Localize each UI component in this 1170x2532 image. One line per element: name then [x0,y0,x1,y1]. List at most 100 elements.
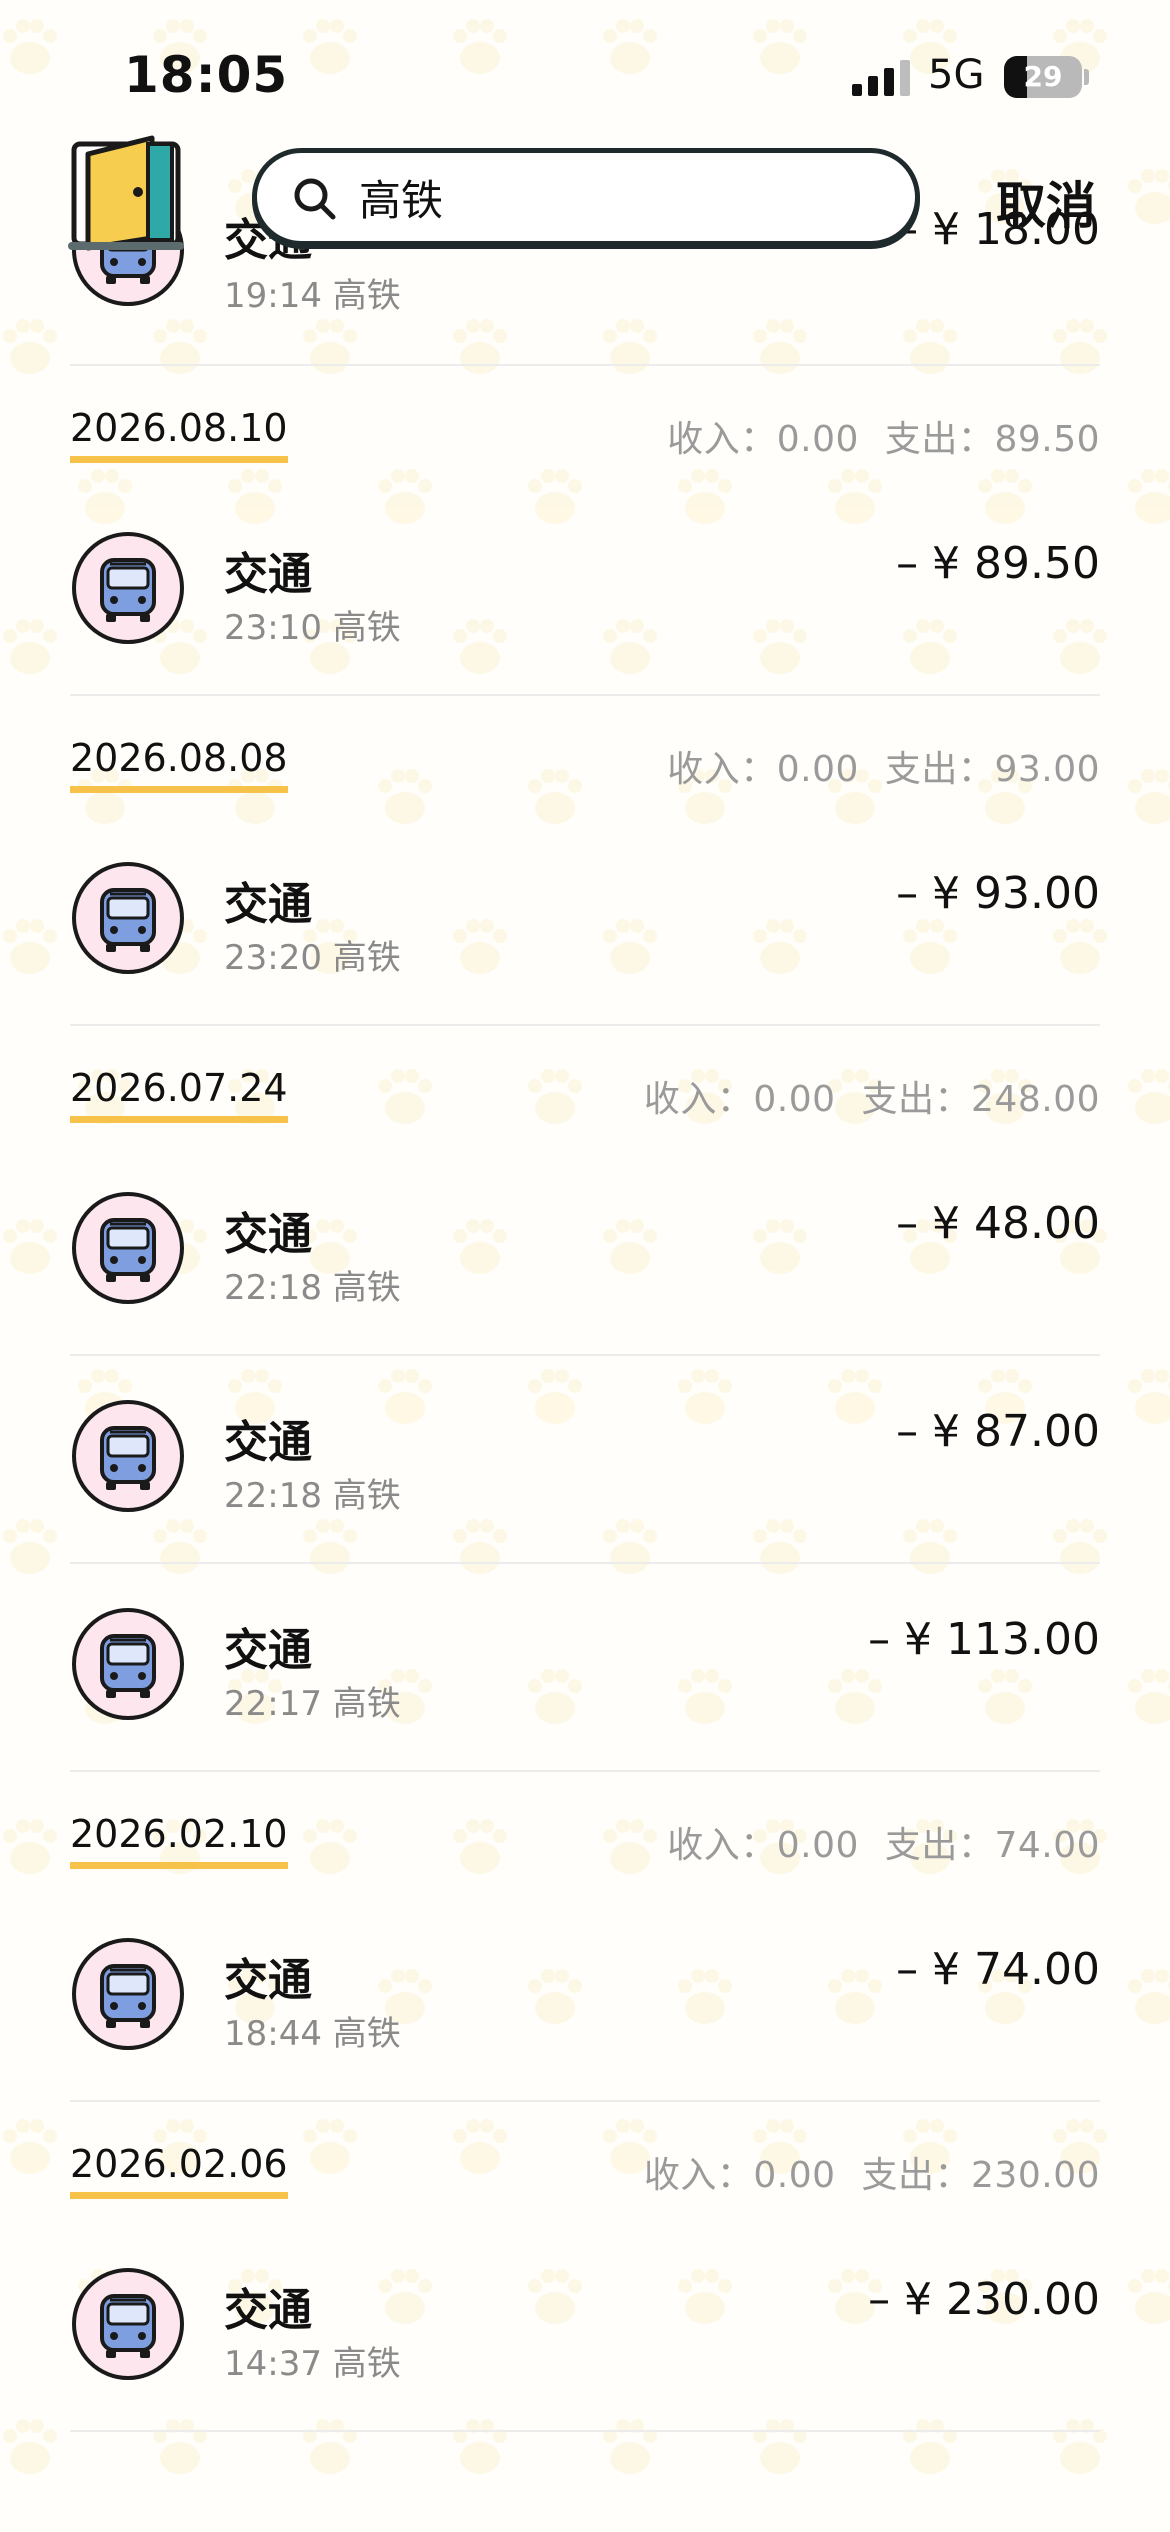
app-screen: 交通 19:14 高铁 – ¥ 18.00 2026.08.10 收入：0.00… [0,0,1170,2532]
date-label: 2026.08.08 [70,736,288,793]
record-item[interactable]: 交通 22:18 高铁 – ¥ 87.00 [70,1356,1100,1564]
status-time: 18:05 [124,46,289,104]
record-time: 22:18 [224,1268,322,1308]
date-summary: 收入：0.00 支出：230.00 [644,2146,1100,2198]
record-item[interactable]: 交通 23:10 高铁 – ¥ 89.50 [70,488,1100,696]
bus-icon [72,1192,184,1304]
record-amount: – ¥ 113.00 [868,1614,1100,1665]
expense-value: 89.50 [994,419,1100,460]
record-amount: – ¥ 89.50 [896,538,1100,589]
record-category: 交通 [224,1955,312,2006]
cellular-signal-icon [852,60,910,96]
record-meta: 22:17 高铁 [224,1676,401,1725]
bus-icon [72,862,184,974]
record-note: 高铁 [332,276,401,316]
record-category: 交通 [224,2285,312,2336]
record-item[interactable]: 交通 14:37 高铁 – ¥ 230.00 [70,2224,1100,2432]
date-summary: 收入：0.00 支出：248.00 [644,1070,1100,1122]
record-meta: 19:14 高铁 [224,268,401,317]
income-label: 收入： [667,1825,777,1866]
status-bar: 18:05 5G 29 [0,0,1170,140]
bus-icon [72,1938,184,2050]
income-label: 收入： [643,2155,754,2196]
date-summary: 收入：0.00 支出：93.00 [667,740,1100,792]
record-amount: – ¥ 93.00 [896,868,1100,919]
record-category: 交通 [224,1209,312,1260]
record-amount: – ¥ 87.00 [896,1406,1100,1457]
record-time: 23:20 [224,938,322,978]
record-time: 22:18 [224,1476,322,1516]
record-note: 高铁 [332,608,401,648]
record-time: 22:17 [224,1684,322,1724]
date-group-header: 2026.08.08 收入：0.00 支出：93.00 [70,696,1100,818]
record-list[interactable]: 交通 19:14 高铁 – ¥ 18.00 2026.08.10 收入：0.00… [0,0,1170,2432]
income-value: 0.00 [776,1825,859,1866]
expense-value: 93.00 [994,749,1100,790]
date-group-header: 2026.02.10 收入：0.00 支出：74.00 [70,1772,1100,1894]
record-meta: 22:18 高铁 [224,1260,401,1309]
date-label: 2026.02.06 [70,2142,288,2199]
bus-icon [72,532,184,644]
battery-indicator: 29 [1004,56,1089,98]
expense-value: 74.00 [994,1825,1100,1866]
record-meta: 23:10 高铁 [224,600,401,649]
expense-value: 230.00 [971,2155,1100,2196]
expense-label: 支出： [884,1825,995,1866]
record-note: 高铁 [332,2344,401,2384]
record-meta: 14:37 高铁 [224,2336,401,2385]
record-item[interactable]: 交通 22:18 高铁 – ¥ 48.00 [70,1148,1100,1356]
record-item[interactable]: 交通 22:17 高铁 – ¥ 113.00 [70,1564,1100,1772]
expense-label: 支出： [884,419,995,460]
date-label: 2026.08.10 [70,406,288,463]
bus-icon [72,1400,184,1512]
cancel-button[interactable]: 取消 [996,166,1096,238]
date-group-header: 2026.02.06 收入：0.00 支出：230.00 [70,2102,1100,2224]
record-amount: – ¥ 48.00 [896,1198,1100,1249]
record-category: 交通 [224,1417,312,1468]
record-note: 高铁 [332,1684,401,1724]
search-icon [294,178,336,220]
expense-value: 248.00 [971,1079,1100,1120]
income-value: 0.00 [776,419,859,460]
record-meta: 23:20 高铁 [224,930,401,979]
record-meta: 22:18 高铁 [224,1468,401,1517]
record-category: 交通 [224,549,312,600]
expense-label: 支出： [861,2155,972,2196]
record-note: 高铁 [332,2014,401,2054]
record-item[interactable]: 交通 23:20 高铁 – ¥ 93.00 [70,818,1100,1026]
date-group-header: 2026.07.24 收入：0.00 支出：248.00 [70,1026,1100,1148]
income-label: 收入： [643,1079,754,1120]
income-value: 0.00 [753,2155,836,2196]
record-meta: 18:44 高铁 [224,2006,401,2055]
income-label: 收入： [667,419,777,460]
record-note: 高铁 [332,1268,401,1308]
record-note: 高铁 [332,938,401,978]
door-exit-icon[interactable] [64,130,192,258]
record-time: 23:10 [224,608,322,648]
record-note: 高铁 [332,1476,401,1516]
bus-icon [72,2268,184,2380]
search-header: 取消 [0,120,1170,260]
search-box[interactable] [252,148,920,246]
expense-label: 支出： [884,749,995,790]
record-amount: – ¥ 230.00 [868,2274,1100,2325]
record-item[interactable]: 交通 19:14 高铁 – ¥ 18.00 [70,194,1100,366]
record-category: 交通 [224,1625,312,1676]
date-label: 2026.02.10 [70,1812,288,1869]
record-time: 19:14 [224,276,322,316]
battery-percent: 29 [1023,60,1063,93]
date-summary: 收入：0.00 支出：89.50 [667,410,1100,462]
date-summary: 收入：0.00 支出：74.00 [667,1816,1100,1868]
income-label: 收入： [667,749,777,790]
search-input[interactable] [359,153,899,241]
record-category: 交通 [224,879,312,930]
bus-icon [72,1608,184,1720]
network-type: 5G [928,52,985,98]
record-time: 14:37 [224,2344,322,2384]
income-value: 0.00 [776,749,859,790]
record-item[interactable]: 交通 18:44 高铁 – ¥ 74.00 [70,1894,1100,2102]
battery-tip [1084,69,1089,85]
record-time: 18:44 [224,2014,322,2054]
income-value: 0.00 [753,1079,836,1120]
date-label: 2026.07.24 [70,1066,288,1123]
